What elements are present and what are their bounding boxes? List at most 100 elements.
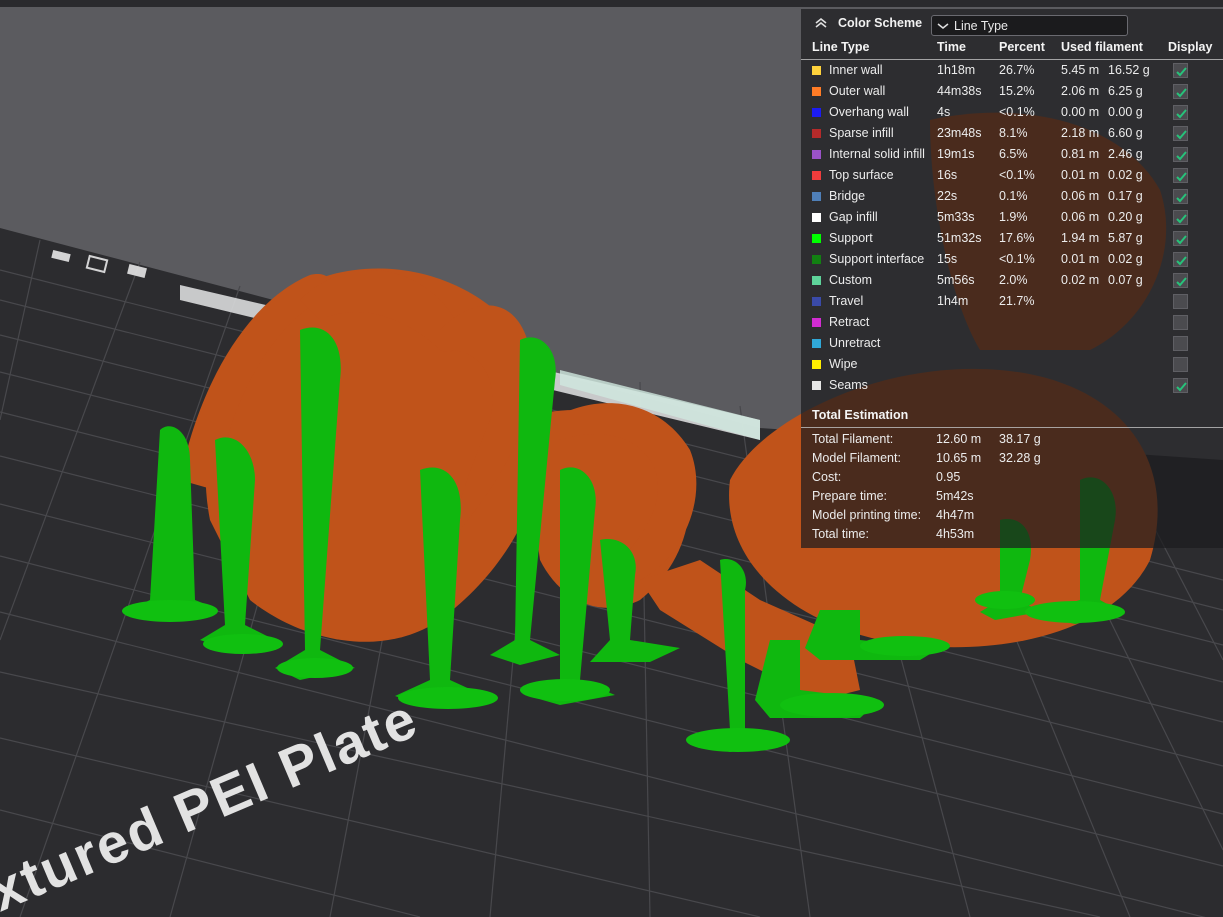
row-percent: 26.7% xyxy=(999,63,1035,77)
checkmark-icon xyxy=(1176,235,1187,245)
row-filament-length: 0.06 m xyxy=(1061,210,1100,224)
legend-row: Retract xyxy=(801,312,1223,333)
estimation-row: Prepare time: 5m42s xyxy=(801,487,1223,506)
row-time: 19m1s xyxy=(937,147,975,161)
display-checkbox[interactable] xyxy=(1173,84,1188,99)
row-time: 4s xyxy=(937,105,951,119)
row-percent: <0.1% xyxy=(999,252,1035,266)
row-filament-length: 0.00 m xyxy=(1061,105,1100,119)
estimation-label: Total Filament: xyxy=(812,432,894,446)
row-filament-weight: 2.46 g xyxy=(1108,147,1143,161)
row-line-type: Bridge xyxy=(829,189,866,203)
estimation-value: 10.65 m xyxy=(936,451,982,465)
color-scheme-value: Line Type xyxy=(954,18,1008,33)
row-filament-weight: 5.87 g xyxy=(1108,231,1143,245)
estimation-row: Model Filament: 10.65 m 32.28 g xyxy=(801,449,1223,468)
row-time: 16s xyxy=(937,168,958,182)
checkmark-icon xyxy=(1176,172,1187,182)
estimation-value: 12.60 m xyxy=(936,432,982,446)
estimation-label: Cost: xyxy=(812,470,842,484)
row-percent: <0.1% xyxy=(999,168,1035,182)
row-line-type: Wipe xyxy=(829,357,858,371)
row-line-type: Seams xyxy=(829,378,868,392)
display-checkbox[interactable] xyxy=(1173,378,1188,393)
row-filament-length: 0.81 m xyxy=(1061,147,1100,161)
row-filament-weight: 6.25 g xyxy=(1108,84,1143,98)
legend-header: Color Scheme Line Type xyxy=(801,9,1223,39)
display-checkbox[interactable] xyxy=(1173,294,1188,309)
display-checkbox[interactable] xyxy=(1173,168,1188,183)
row-line-type: Unretract xyxy=(829,336,881,350)
estimation-value: 0.95 xyxy=(936,470,961,484)
row-filament-length: 0.02 m xyxy=(1061,273,1100,287)
legend-row: Bridge 22s 0.1% 0.06 m 0.17 g xyxy=(801,186,1223,207)
estimation-value: 4h47m xyxy=(936,508,975,522)
row-percent: 8.1% xyxy=(999,126,1028,140)
row-line-type: Inner wall xyxy=(829,63,883,77)
color-swatch xyxy=(812,171,821,180)
color-swatch xyxy=(812,108,821,117)
color-swatch xyxy=(812,360,821,369)
chevron-down-icon xyxy=(937,22,949,29)
row-filament-weight: 16.52 g xyxy=(1108,63,1150,77)
estimation-value-secondary: 32.28 g xyxy=(999,451,1041,465)
display-checkbox[interactable] xyxy=(1173,189,1188,204)
color-swatch xyxy=(812,381,821,390)
color-scheme-dropdown[interactable]: Line Type xyxy=(931,15,1128,36)
display-checkbox[interactable] xyxy=(1173,315,1188,330)
row-filament-weight: 6.60 g xyxy=(1108,126,1143,140)
legend-row: Support interface 15s <0.1% 0.01 m 0.02 g xyxy=(801,249,1223,270)
collapse-icon[interactable] xyxy=(813,15,829,31)
display-checkbox[interactable] xyxy=(1173,147,1188,162)
row-time: 1h4m xyxy=(937,294,969,308)
header-time: Time xyxy=(937,40,966,54)
estimation-label: Model printing time: xyxy=(812,508,922,522)
legend-row: Travel 1h4m 21.7% xyxy=(801,291,1223,312)
display-checkbox[interactable] xyxy=(1173,273,1188,288)
row-percent: 17.6% xyxy=(999,231,1035,245)
row-filament-weight: 0.07 g xyxy=(1108,273,1143,287)
row-filament-length: 5.45 m xyxy=(1061,63,1100,77)
row-filament-weight: 0.20 g xyxy=(1108,210,1143,224)
row-filament-weight: 0.02 g xyxy=(1108,168,1143,182)
checkmark-icon xyxy=(1176,67,1187,77)
row-line-type: Custom xyxy=(829,273,873,287)
row-percent: 0.1% xyxy=(999,189,1028,203)
legend-row: Sparse infill 23m48s 8.1% 2.18 m 6.60 g xyxy=(801,123,1223,144)
checkmark-icon xyxy=(1176,193,1187,203)
checkmark-icon xyxy=(1176,214,1187,224)
estimation-row: Model printing time: 4h47m xyxy=(801,506,1223,525)
row-time: 1h18m xyxy=(937,63,976,77)
display-checkbox[interactable] xyxy=(1173,126,1188,141)
color-swatch xyxy=(812,150,821,159)
display-checkbox[interactable] xyxy=(1173,336,1188,351)
checkmark-icon xyxy=(1176,88,1187,98)
estimation-value: 4h53m xyxy=(936,527,975,541)
display-checkbox[interactable] xyxy=(1173,231,1188,246)
display-checkbox[interactable] xyxy=(1173,210,1188,225)
row-line-type: Top surface xyxy=(829,168,894,182)
row-line-type: Retract xyxy=(829,315,870,329)
checkmark-icon xyxy=(1176,277,1187,287)
color-swatch xyxy=(812,318,821,327)
row-filament-weight: 0.00 g xyxy=(1108,105,1143,119)
header-used-filament: Used filament xyxy=(1061,40,1143,54)
display-checkbox[interactable] xyxy=(1173,357,1188,372)
display-checkbox[interactable] xyxy=(1173,63,1188,78)
color-swatch xyxy=(812,129,821,138)
estimation-value: 5m42s xyxy=(936,489,974,503)
display-checkbox[interactable] xyxy=(1173,105,1188,120)
color-swatch xyxy=(812,297,821,306)
estimation-row: Total time: 4h53m xyxy=(801,525,1223,544)
header-percent: Percent xyxy=(999,40,1045,54)
legend-row: Custom 5m56s 2.0% 0.02 m 0.07 g xyxy=(801,270,1223,291)
row-filament-length: 0.06 m xyxy=(1061,189,1100,203)
color-scheme-legend: Color Scheme Line Type Line Type Time Pe… xyxy=(801,9,1223,548)
estimation-row: Cost: 0.95 xyxy=(801,468,1223,487)
row-time: 5m56s xyxy=(937,273,975,287)
checkmark-icon xyxy=(1176,151,1187,161)
row-percent: 2.0% xyxy=(999,273,1028,287)
legend-row: Internal solid infill 19m1s 6.5% 0.81 m 2.46… xyxy=(801,144,1223,165)
estimation-divider xyxy=(801,427,1223,428)
display-checkbox[interactable] xyxy=(1173,252,1188,267)
